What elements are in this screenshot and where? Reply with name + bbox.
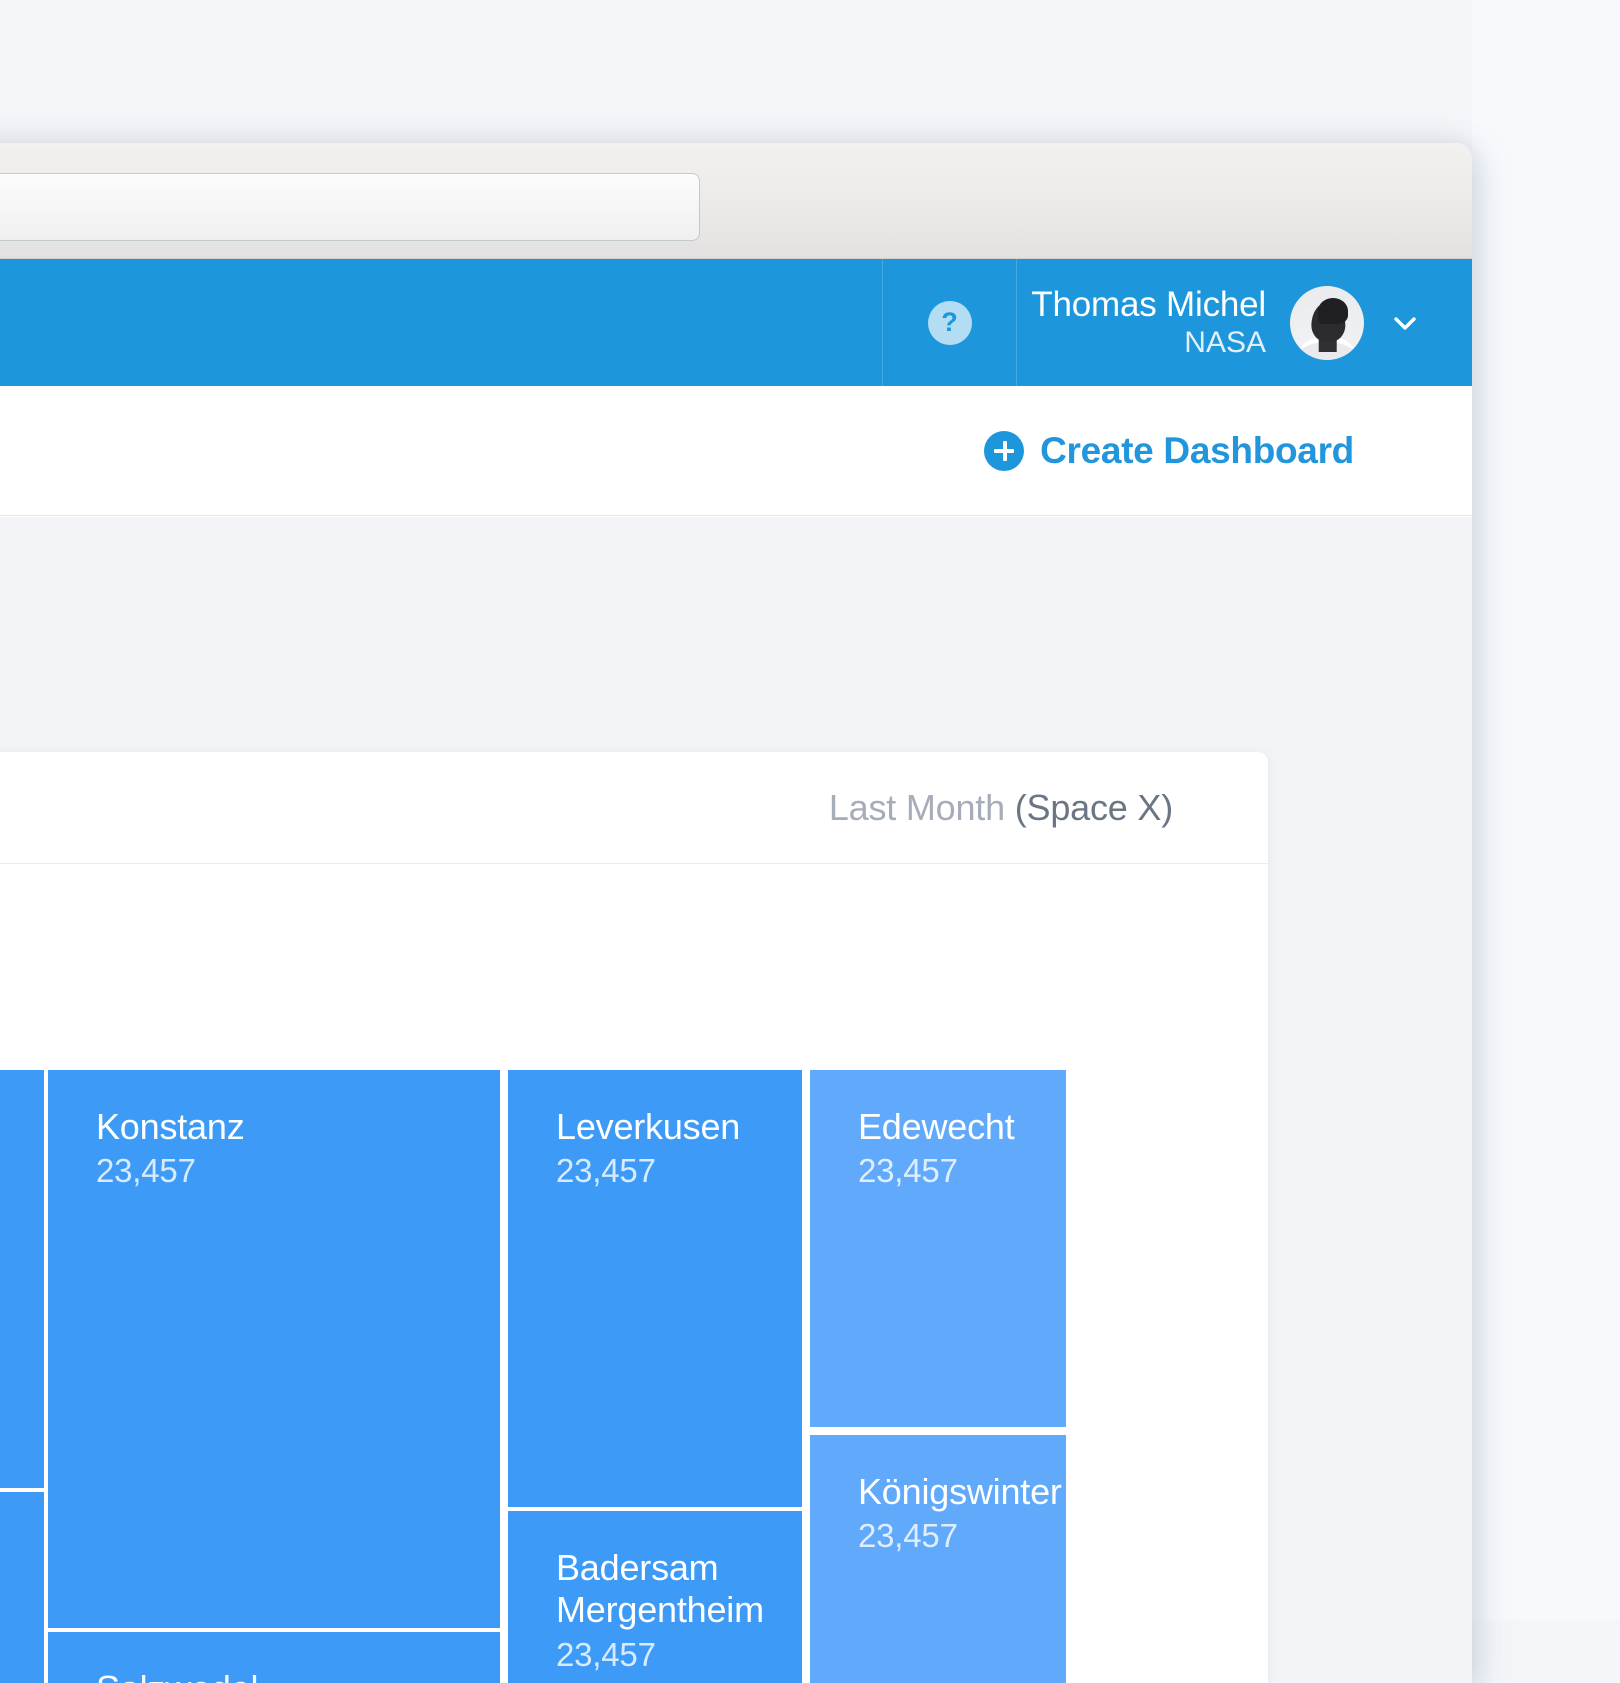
- user-identity: Thomas Michel NASA: [1031, 284, 1266, 361]
- dashboard-toolbar: Create Dashboard: [0, 386, 1472, 516]
- help-button[interactable]: ?: [883, 259, 1016, 386]
- treemap-tile[interactable]: Badersam Mergentheim 23,457: [508, 1511, 802, 1683]
- treemap-tile-value: 23,457: [556, 1636, 802, 1675]
- treemap-tile-value: 23,457: [858, 1152, 1066, 1191]
- user-menu[interactable]: Thomas Michel NASA: [1017, 259, 1472, 386]
- user-organization: NASA: [1031, 325, 1266, 360]
- treemap-tile-name: Badersam Mergentheim: [556, 1547, 802, 1632]
- treemap-card-title: Last Month (Space X): [829, 787, 1173, 829]
- chevron-down-icon[interactable]: [1388, 306, 1422, 340]
- user-avatar: [1290, 286, 1364, 360]
- treemap-tile[interactable]: [0, 1492, 44, 1683]
- create-dashboard-label: Create Dashboard: [1040, 430, 1354, 472]
- treemap-title-scope: (Space X): [1015, 787, 1173, 828]
- treemap-tile-name: Konstanz: [96, 1106, 500, 1148]
- desktop-right-band: [1472, 0, 1620, 1620]
- app-header-bar: ? Thomas Michel NASA: [0, 259, 1472, 386]
- user-name: Thomas Michel: [1031, 284, 1266, 325]
- treemap-tile[interactable]: Königswinter 23,457: [810, 1435, 1066, 1683]
- question-mark-icon: ?: [928, 301, 972, 345]
- create-dashboard-button[interactable]: Create Dashboard: [984, 430, 1354, 472]
- treemap-title-period: Last Month: [829, 787, 1015, 828]
- treemap-tile[interactable]: Salzwedel23,457: [48, 1632, 500, 1683]
- treemap-chart: Konstanz23,457Salzwedel23,457Leverkusen2…: [0, 864, 1268, 1683]
- treemap-card: Last Month (Space X) Konstanz 23,457 Salzw…: [0, 752, 1268, 1683]
- treemap-tile[interactable]: [0, 1070, 44, 1488]
- treemap-tile[interactable]: Konstanz 23,457: [48, 1070, 500, 1628]
- treemap-tile-value: 23,457: [556, 1152, 802, 1191]
- treemap-tile-name: Edewecht: [858, 1106, 1066, 1148]
- treemap-tile[interactable]: Edewecht 23,457: [810, 1070, 1066, 1427]
- browser-window: App ? Thomas Michel NASA: [0, 143, 1472, 1683]
- avatar-hair: [1318, 298, 1348, 324]
- url-input[interactable]: App: [0, 173, 700, 241]
- treemap-tile-value: 23,457: [96, 1152, 500, 1191]
- treemap-tile-name: Königswinter: [858, 1471, 1066, 1513]
- treemap-tile-name: Leverkusen: [556, 1106, 802, 1148]
- treemap-tile-name: Salzwedel: [96, 1668, 500, 1683]
- browser-chrome-toolbar: App: [0, 143, 1472, 259]
- treemap-tile[interactable]: Leverkusen 23,457: [508, 1070, 802, 1507]
- plus-circle-icon: [984, 431, 1024, 471]
- treemap-card-header: Last Month (Space X): [0, 752, 1268, 864]
- treemap-tile-value: 23,457: [858, 1517, 1066, 1556]
